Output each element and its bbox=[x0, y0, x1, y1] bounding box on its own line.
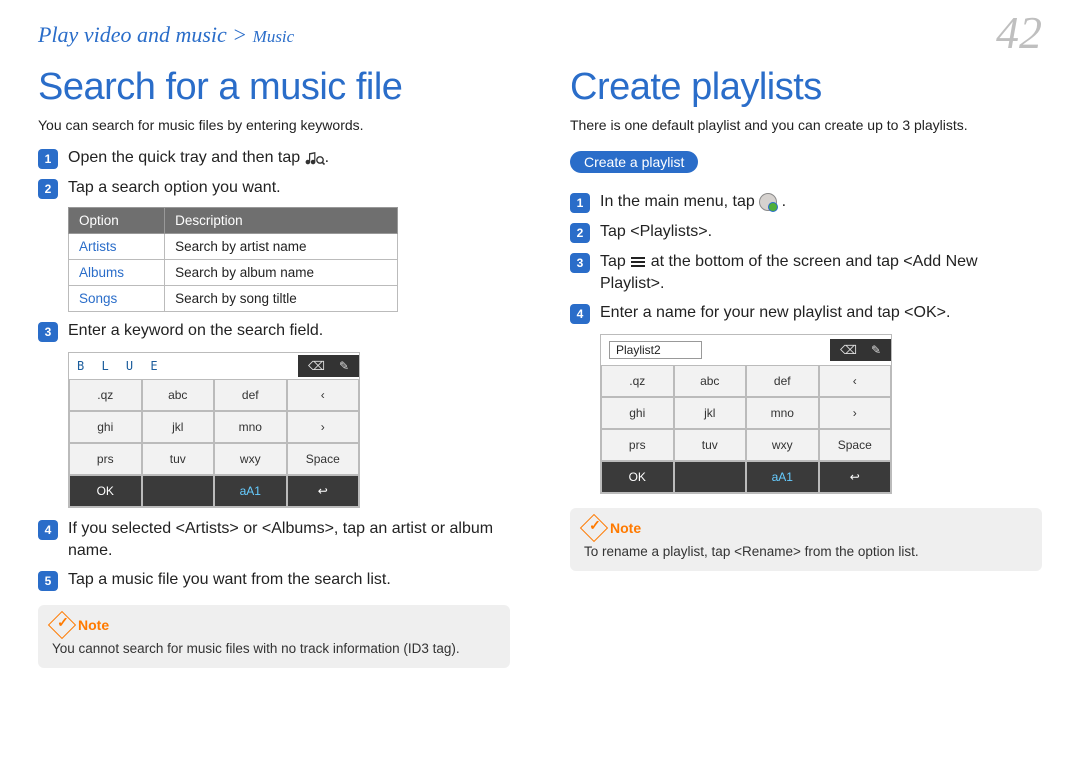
key: jkl bbox=[142, 411, 215, 443]
opt-cell: Songs bbox=[69, 286, 165, 312]
option-table: OptionDescription ArtistsSearch by artis… bbox=[68, 207, 398, 312]
key-mode: aA1 bbox=[746, 461, 819, 493]
desc-cell: Search by song tiltle bbox=[165, 286, 398, 312]
step-badge: 4 bbox=[570, 304, 590, 324]
note-text: To rename a playlist, tap <Rename> from … bbox=[584, 544, 1028, 559]
key: tuv bbox=[674, 429, 747, 461]
kb-input: B L U E bbox=[77, 359, 163, 373]
step-3: 3 Enter a keyword on the search field. bbox=[38, 320, 510, 342]
intro-text: You can search for music files by enteri… bbox=[38, 117, 510, 133]
desc-cell: Search by album name bbox=[165, 260, 398, 286]
key: ‹ bbox=[819, 365, 892, 397]
step-badge: 5 bbox=[38, 571, 58, 591]
note-icon bbox=[48, 611, 76, 639]
step-3: 3 Tap at the bottom of the screen and ta… bbox=[570, 251, 1042, 294]
intro-text: There is one default playlist and you ca… bbox=[570, 117, 1042, 133]
step-badge: 1 bbox=[38, 149, 58, 169]
key: def bbox=[746, 365, 819, 397]
step-badge: 2 bbox=[570, 223, 590, 243]
key-return: ↩ bbox=[287, 475, 360, 507]
key: ghi bbox=[601, 397, 674, 429]
key: Space bbox=[819, 429, 892, 461]
key: def bbox=[214, 379, 287, 411]
step-1: 1 Open the quick tray and then tap . bbox=[38, 147, 510, 169]
section-title-search: Search for a music file bbox=[38, 66, 510, 109]
th-desc: Description bbox=[165, 208, 398, 234]
key: abc bbox=[674, 365, 747, 397]
step-5: 5 Tap a music file you want from the sea… bbox=[38, 569, 510, 591]
music-search-icon bbox=[305, 150, 325, 166]
key: jkl bbox=[674, 397, 747, 429]
key: .qz bbox=[69, 379, 142, 411]
step-badge: 1 bbox=[570, 193, 590, 213]
note-text: You cannot search for music files with n… bbox=[52, 641, 496, 656]
key bbox=[674, 461, 747, 493]
onscreen-keyboard: B L U E ⌫ ✎ .qzabcdef‹ ghijklmno› prstuv… bbox=[68, 352, 360, 508]
del-edit-icons: ⌫ ✎ bbox=[830, 339, 891, 361]
key: abc bbox=[142, 379, 215, 411]
key-ok: OK bbox=[601, 461, 674, 493]
step-badge: 2 bbox=[38, 179, 58, 199]
section-title-playlists: Create playlists bbox=[570, 66, 1042, 109]
breadcrumb-main: Play video and music bbox=[38, 22, 227, 47]
key: ghi bbox=[69, 411, 142, 443]
kb-input: Playlist2 bbox=[609, 341, 702, 359]
key: Space bbox=[287, 443, 360, 475]
step-2: 2 Tap <Playlists>. bbox=[570, 221, 1042, 243]
step-4: 4 Enter a name for your new playlist and… bbox=[570, 302, 1042, 324]
step-badge: 4 bbox=[38, 520, 58, 540]
note-label: Note bbox=[610, 520, 641, 536]
key: mno bbox=[746, 397, 819, 429]
key: wxy bbox=[746, 429, 819, 461]
key-mode: aA1 bbox=[214, 475, 287, 507]
step-4: 4 If you selected <Artists> or <Albums>,… bbox=[38, 518, 510, 561]
edit-icon: ✎ bbox=[339, 359, 349, 373]
step-2: 2 Tap a search option you want. bbox=[38, 177, 510, 199]
key: ‹ bbox=[287, 379, 360, 411]
key bbox=[142, 475, 215, 507]
key: wxy bbox=[214, 443, 287, 475]
key: › bbox=[287, 411, 360, 443]
step-badge: 3 bbox=[38, 322, 58, 342]
breadcrumb-sub: Music bbox=[253, 27, 295, 46]
delete-icon: ⌫ bbox=[308, 359, 325, 373]
breadcrumb: Play video and music > Music bbox=[38, 22, 1042, 48]
key: .qz bbox=[601, 365, 674, 397]
key: prs bbox=[69, 443, 142, 475]
key: tuv bbox=[142, 443, 215, 475]
th-option: Option bbox=[69, 208, 165, 234]
desc-cell: Search by artist name bbox=[165, 234, 398, 260]
key: › bbox=[819, 397, 892, 429]
menu-icon bbox=[630, 256, 646, 268]
onscreen-keyboard: Playlist2 ⌫ ✎ .qzabcdef‹ ghijklmno› prst… bbox=[600, 334, 892, 494]
key-return: ↩ bbox=[819, 461, 892, 493]
note-label: Note bbox=[78, 617, 109, 633]
right-column: Create playlists There is one default pl… bbox=[570, 66, 1042, 668]
step-1: 1 In the main menu, tap . bbox=[570, 191, 1042, 213]
delete-icon: ⌫ bbox=[840, 343, 857, 357]
note-box: Note To rename a playlist, tap <Rename> … bbox=[570, 508, 1042, 571]
key: mno bbox=[214, 411, 287, 443]
opt-cell: Artists bbox=[69, 234, 165, 260]
page-number: 42 bbox=[996, 6, 1042, 59]
opt-cell: Albums bbox=[69, 260, 165, 286]
step-badge: 3 bbox=[570, 253, 590, 273]
left-column: Search for a music file You can search f… bbox=[38, 66, 510, 668]
key-ok: OK bbox=[69, 475, 142, 507]
del-edit-icons: ⌫ ✎ bbox=[298, 355, 359, 377]
note-box: Note You cannot search for music files w… bbox=[38, 605, 510, 668]
edit-icon: ✎ bbox=[871, 343, 881, 357]
music-app-icon bbox=[759, 193, 777, 211]
subheading-pill: Create a playlist bbox=[570, 151, 698, 173]
key: prs bbox=[601, 429, 674, 461]
note-icon bbox=[580, 514, 608, 542]
